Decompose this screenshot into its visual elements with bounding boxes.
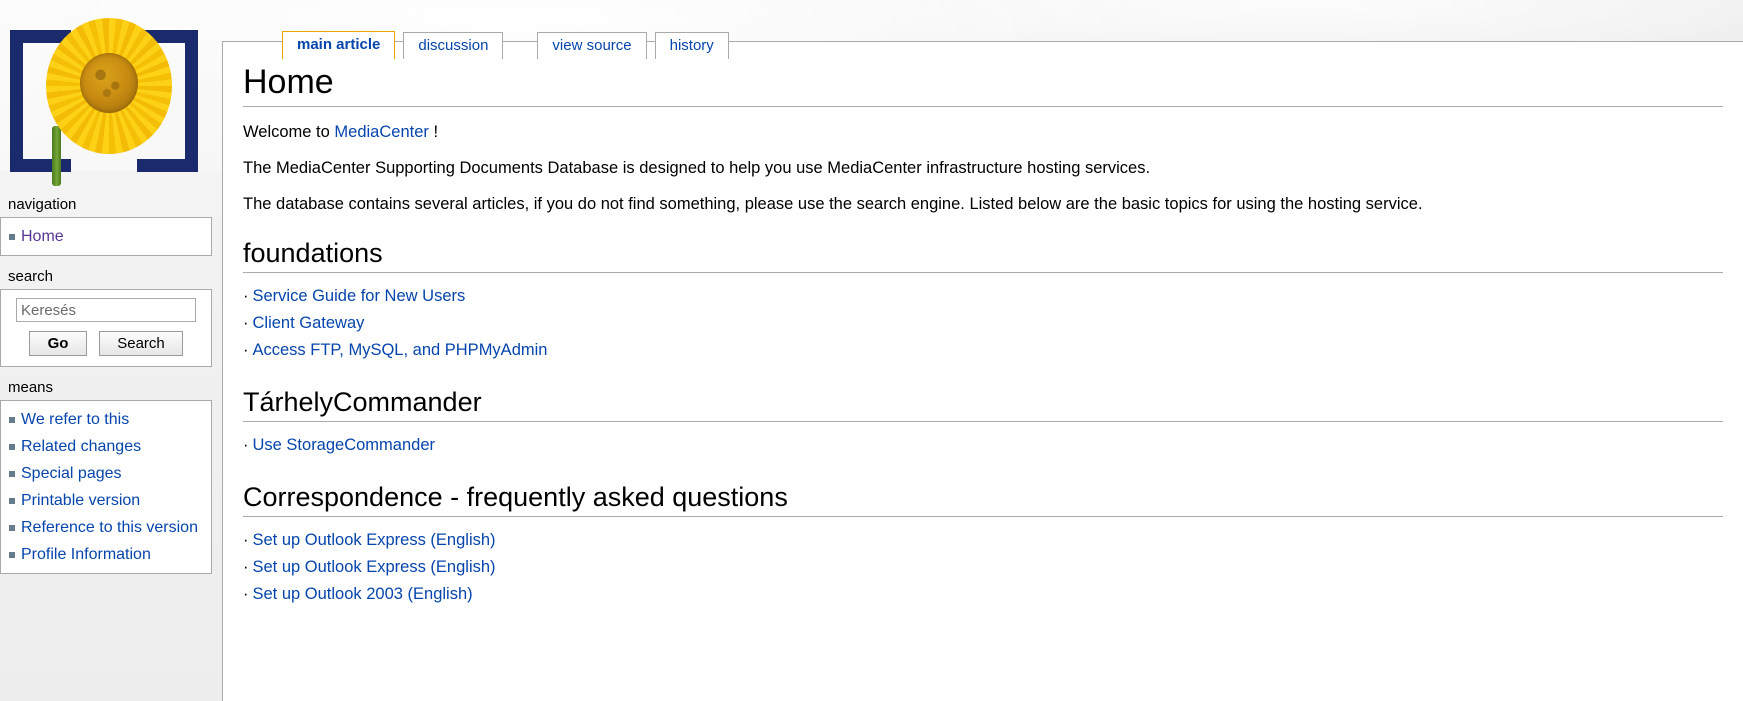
list-item-link[interactable]: Service Guide for New Users [253,287,466,305]
sidebar-item-label[interactable]: Special pages [21,465,122,482]
bullet-dot-icon: · [243,558,249,576]
portlet-body-search [0,289,212,367]
list-item[interactable]: · Set up Outlook 2003 (English) [243,581,1723,608]
intro-paragraph-1: The MediaCenter Supporting Documents Dat… [243,159,1151,177]
tab-view-source[interactable]: view source [537,32,647,59]
section-list-correspondence: · Set up Outlook Express (English) · Set u… [243,527,1723,608]
portlet-heading-toolbox: means [8,379,54,396]
list-item[interactable]: · Set up Outlook Express (English) [243,554,1723,581]
portlet-heading-search: search [8,268,54,285]
sidebar-portlet-search: search [0,268,212,367]
tab-main-article[interactable]: main article [282,31,396,59]
list-item[interactable]: · Access FTP, MySQL, and PHPMyAdmin [243,337,1723,364]
sidebar-item-profileinformation[interactable]: Profile Information [1,541,211,568]
sunflower-icon [46,18,172,154]
portlet-heading-navigation: navigation [8,196,77,213]
bullet-dot-icon: · [243,436,249,454]
section-list-tarhelycommander: · Use StorageCommander [243,432,1723,459]
sidebar-item-label[interactable]: Related changes [21,438,141,455]
sidebar: navigation Home search means We refer to… [0,0,222,701]
tab-label-main-article[interactable]: main article [297,36,380,53]
mediacenter-link[interactable]: MediaCenter [334,123,428,141]
tab-label-discussion[interactable]: discussion [418,37,488,54]
sidebar-item-recentchangeslinked[interactable]: Related changes [1,433,211,460]
bullet-dot-icon: · [243,314,249,332]
sidebar-item-home[interactable]: Home [1,223,211,250]
list-item[interactable]: · Client Gateway [243,310,1723,337]
bullet-dot-icon: · [243,341,249,359]
sidebar-item-label[interactable]: Profile Information [21,546,151,563]
sidebar-item-whatlinkshere[interactable]: We refer to this [1,406,211,433]
sidebar-item-permanentlink[interactable]: Reference to this version [1,514,211,541]
section-heading-correspondence: Correspondence - frequently asked questi… [243,481,1723,517]
navigation-list: Home [1,223,211,250]
list-item[interactable]: · Use StorageCommander [243,432,1723,459]
list-item-link[interactable]: Use StorageCommander [253,436,436,454]
tab-label-view-source[interactable]: view source [552,37,631,54]
list-item-link[interactable]: Client Gateway [253,314,365,332]
site-logo[interactable] [0,0,222,196]
tab-label-history[interactable]: history [670,37,714,54]
sidebar-item-label-home[interactable]: Home [21,228,64,245]
search-go-button[interactable] [29,331,87,356]
sunflower-disc [80,53,138,114]
list-item[interactable]: · Service Guide for New Users [243,283,1723,310]
sunflower-brackets-logo-icon [0,8,212,188]
intro-paragraph-2: The database contains several articles, … [243,195,1423,213]
list-item[interactable]: · Set up Outlook Express (English) [243,527,1723,554]
tab-history[interactable]: history [654,32,729,59]
content-action-tabs: main article discussion view source hist… [242,31,729,59]
list-item-link[interactable]: Access FTP, MySQL, and PHPMyAdmin [253,341,548,359]
sidebar-portlet-toolbox: means We refer to this Related changes S… [0,379,212,574]
sidebar-item-label[interactable]: We refer to this [21,411,129,428]
sidebar-item-specialpages[interactable]: Special pages [1,460,211,487]
bullet-dot-icon: · [243,585,249,603]
bullet-dot-icon: · [243,531,249,549]
toolbox-list: We refer to this Related changes Special… [1,406,211,568]
bullet-dot-icon: · [243,287,249,305]
welcome-paragraph: Welcome to MediaCenter ! [243,121,1723,143]
article-content: Home Welcome to MediaCenter ! The MediaC… [222,41,1743,701]
sidebar-portlet-navigation: navigation Home [0,196,212,256]
portlet-body-toolbox: We refer to this Related changes Special… [0,400,212,574]
content-column: main article discussion view source hist… [222,0,1743,701]
sidebar-item-printableversion[interactable]: Printable version [1,487,211,514]
welcome-prefix: Welcome to [243,123,335,141]
search-input[interactable] [16,298,196,322]
search-buttons [1,331,211,356]
sidebar-item-label[interactable]: Reference to this version [21,519,198,536]
page-title: Home [243,62,1723,107]
search-submit-button[interactable] [99,331,183,356]
portlet-body-navigation: Home [0,217,212,256]
list-item-link[interactable]: Set up Outlook Express (English) [253,558,496,576]
list-item-link[interactable]: Set up Outlook 2003 (English) [253,585,473,603]
sidebar-item-label[interactable]: Printable version [21,492,140,509]
section-list-foundations: · Service Guide for New Users · Client Gat… [243,283,1723,364]
list-item-link[interactable]: Set up Outlook Express (English) [253,531,496,549]
section-heading-tarhelycommander: TárhelyCommander [243,386,1723,422]
tab-discussion[interactable]: discussion [403,32,504,59]
section-heading-foundations: foundations [243,237,1723,273]
welcome-suffix: ! [428,123,439,141]
